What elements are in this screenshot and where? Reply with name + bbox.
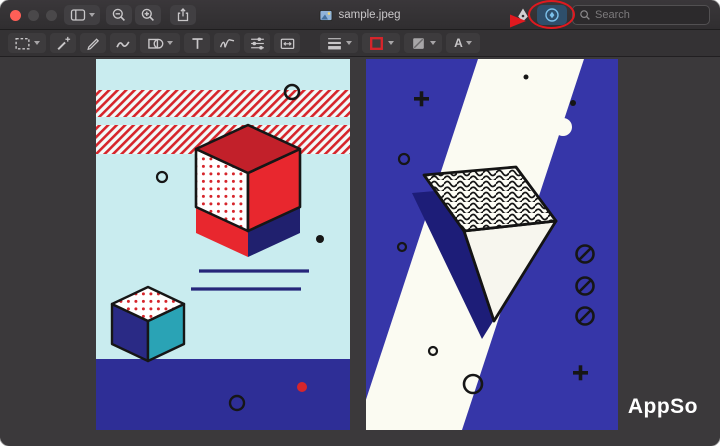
markup-circle-pen-icon — [544, 7, 560, 23]
zoom-out-button[interactable] — [106, 5, 132, 25]
view-options-button[interactable] — [64, 5, 100, 25]
line-weights-icon — [326, 35, 343, 52]
shapes-button[interactable] — [140, 33, 180, 53]
close-button[interactable] — [10, 10, 21, 21]
share-icon — [175, 7, 191, 23]
zoom-window-button[interactable] — [46, 10, 57, 21]
selection-rect-icon — [14, 35, 31, 52]
share-button[interactable] — [170, 5, 196, 25]
draw-tool-button[interactable] — [110, 33, 136, 53]
resize-icon — [279, 35, 296, 52]
text-tool-button[interactable] — [184, 33, 210, 53]
fill-color-button[interactable] — [404, 33, 442, 53]
preview-window: sample.jpeg — [0, 0, 720, 446]
zoom-in-button[interactable] — [135, 5, 161, 25]
sketch-tool-button[interactable] — [80, 33, 106, 53]
signature-icon — [219, 35, 236, 52]
shapes-icon — [147, 35, 164, 52]
search-field[interactable] — [572, 5, 710, 25]
chevron-down-icon — [34, 41, 40, 45]
chevron-down-icon — [346, 41, 352, 45]
chevron-down-icon — [167, 41, 173, 45]
pencil-icon — [85, 35, 102, 52]
traffic-lights — [10, 10, 57, 21]
magic-wand-icon — [55, 35, 72, 52]
titlebar: sample.jpeg — [0, 0, 720, 30]
watermark: AppSo — [628, 395, 698, 419]
chevron-down-icon — [430, 41, 436, 45]
border-color-button[interactable] — [362, 33, 400, 53]
selection-tool-button[interactable] — [8, 33, 46, 53]
markup-toolbar-toggle-button[interactable] — [537, 5, 567, 25]
markup-pen-icon[interactable] — [515, 7, 531, 23]
sign-button[interactable] — [214, 33, 240, 53]
shape-style-button[interactable] — [320, 33, 358, 53]
memphis-poster-left — [96, 59, 350, 430]
chevron-down-icon — [466, 41, 472, 45]
search-input[interactable] — [595, 9, 703, 21]
color-sliders-icon — [249, 35, 266, 52]
text-style-glyph: A — [454, 37, 463, 49]
magnifier-plus-icon — [140, 7, 156, 23]
fill-color-swatch-icon — [410, 35, 427, 52]
text-style-button[interactable]: A — [446, 33, 480, 53]
search-icon — [579, 9, 591, 21]
document-canvas[interactable]: AppSo — [0, 57, 720, 445]
minimize-button[interactable] — [28, 10, 39, 21]
brush-squiggle-icon — [115, 35, 132, 52]
adjust-color-button[interactable] — [244, 33, 270, 53]
magnifier-minus-icon — [111, 7, 127, 23]
chevron-down-icon — [388, 41, 394, 45]
chevron-down-icon — [89, 13, 95, 17]
border-color-swatch-icon — [368, 35, 385, 52]
memphis-poster-right — [366, 59, 618, 430]
sidebar-view-icon — [70, 7, 86, 23]
text-icon — [189, 35, 206, 52]
markup-toolbar: A — [0, 30, 720, 57]
instant-alpha-button[interactable] — [50, 33, 76, 53]
adjust-size-button[interactable] — [274, 33, 300, 53]
window-title: sample.jpeg — [319, 0, 400, 30]
document-proxy-icon — [319, 9, 332, 22]
title-label: sample.jpeg — [338, 9, 400, 21]
